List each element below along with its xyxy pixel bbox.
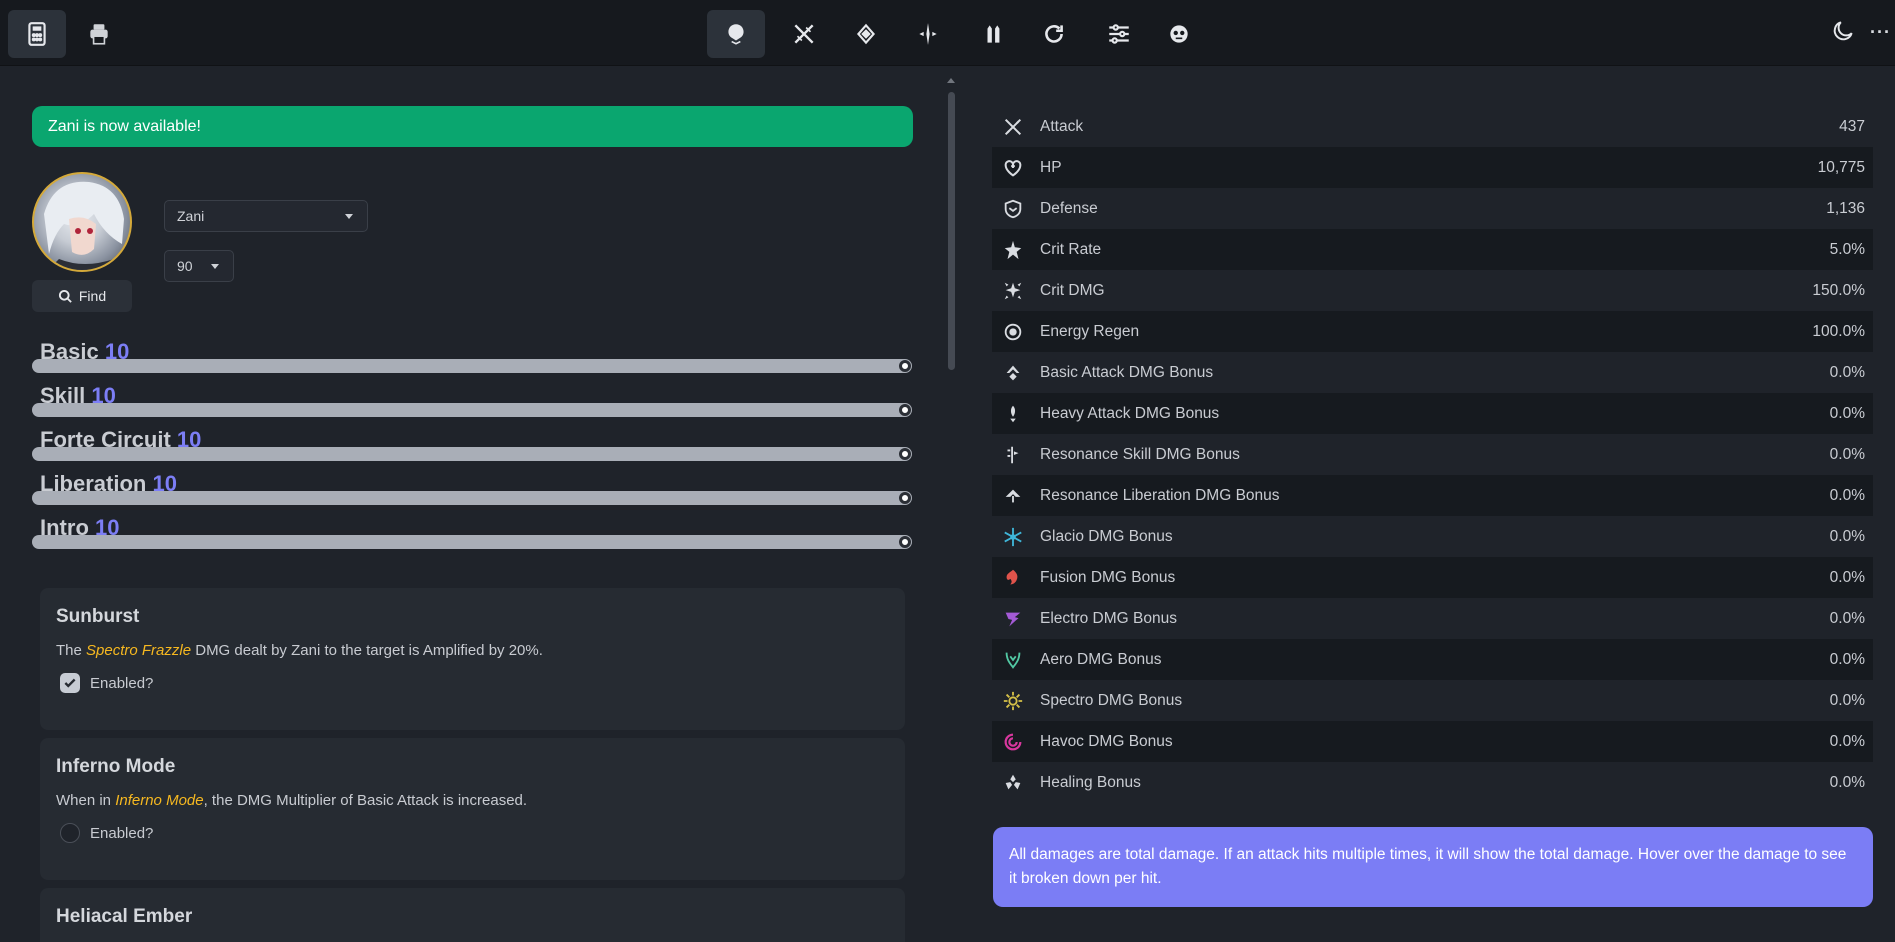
nav-character[interactable]	[707, 10, 765, 58]
enabled-toggle[interactable]: Enabled?	[60, 823, 889, 843]
nav-team[interactable]	[965, 10, 1023, 58]
nav-echo[interactable]	[837, 10, 895, 58]
character-select[interactable]: Zani	[164, 200, 368, 232]
checkbox-unchecked[interactable]	[60, 823, 80, 843]
character-select-value: Zani	[177, 208, 205, 224]
attack-icon	[1000, 114, 1026, 140]
info-notice: All damages are total damage. If an atta…	[993, 827, 1873, 907]
calculator-button[interactable]	[8, 10, 66, 58]
stat-row-glacio-dmg: Glacio DMG Bonus 0.0%	[992, 516, 1873, 557]
basic-attack-icon	[1000, 360, 1026, 386]
moon-icon	[1833, 21, 1853, 41]
slider-handle[interactable]	[899, 404, 911, 416]
find-label: Find	[78, 288, 107, 304]
slider-handle[interactable]	[899, 492, 911, 504]
weapon-icon	[794, 24, 814, 44]
havoc-icon	[1000, 729, 1026, 755]
calculator-icon	[28, 22, 46, 46]
stat-row-aero-dmg: Aero DMG Bonus 0.0%	[992, 639, 1873, 680]
more-icon[interactable]: ···	[1870, 22, 1891, 43]
stat-row-resonance-skill-dmg: Resonance Skill DMG Bonus 0.0%	[992, 434, 1873, 475]
theme-toggle[interactable]	[1830, 18, 1856, 48]
stat-row-fusion-dmg: Fusion DMG Bonus 0.0%	[992, 557, 1873, 598]
resonance-liberation-icon	[1000, 483, 1026, 509]
character-icon	[728, 24, 744, 45]
effect-title: Heliacal Ember	[56, 906, 193, 927]
enabled-label: Enabled?	[90, 824, 154, 842]
glacio-icon	[1000, 524, 1026, 550]
sequence-icon	[919, 23, 937, 45]
skill-slider-skill[interactable]	[32, 403, 912, 417]
effect-description: When in Inferno Mode, the DMG Multiplier…	[56, 792, 528, 809]
top-bar: ···	[0, 0, 1895, 66]
effect-title: Inferno Mode	[56, 756, 176, 777]
echo-icon	[856, 23, 876, 45]
crit-rate-icon	[1000, 237, 1026, 263]
effect-title: Sunburst	[56, 606, 140, 627]
enabled-toggle[interactable]: Enabled?	[60, 673, 889, 693]
scroll-up-arrow[interactable]	[947, 78, 955, 83]
stat-row-basic-attack-dmg: Basic Attack DMG Bonus 0.0%	[992, 352, 1873, 393]
stat-row-crit-rate: Crit Rate 5.0%	[992, 229, 1873, 270]
stat-row-spectro-dmg: Spectro DMG Bonus 0.0%	[992, 680, 1873, 721]
slider-handle[interactable]	[899, 360, 911, 372]
level-select[interactable]: 90	[164, 250, 234, 282]
effect-description: The Spectro Frazzle DMG dealt by Zani to…	[56, 642, 543, 659]
hp-icon	[1000, 155, 1026, 181]
nav-settings[interactable]	[1090, 10, 1148, 58]
printer-button[interactable]	[70, 10, 128, 58]
stats-table: Attack 437 HP 10,775 Defense 1,136 Crit …	[992, 106, 1873, 803]
settings-icon	[1109, 24, 1129, 44]
aero-icon	[1000, 647, 1026, 673]
character-avatar	[32, 172, 132, 272]
chevron-down-icon	[345, 214, 353, 219]
enemy-icon	[1170, 25, 1188, 43]
stat-row-energy-regen: Energy Regen 100.0%	[992, 311, 1873, 352]
stat-row-attack: Attack 437	[992, 106, 1873, 147]
character-panel: Zani is now available! Find Zani 90 Basi…	[0, 66, 940, 942]
enabled-label: Enabled?	[90, 674, 154, 692]
skill-slider-liberation[interactable]	[32, 491, 912, 505]
crit-dmg-icon	[1000, 278, 1026, 304]
checkbox-checked[interactable]	[60, 673, 80, 693]
stat-row-electro-dmg: Electro DMG Bonus 0.0%	[992, 598, 1873, 639]
spectro-icon	[1000, 688, 1026, 714]
printer-icon	[90, 24, 108, 45]
stat-row-healing-bonus: Healing Bonus 0.0%	[992, 762, 1873, 803]
skill-slider-intro[interactable]	[32, 535, 912, 549]
team-icon	[987, 25, 1000, 43]
find-button[interactable]: Find	[32, 280, 132, 312]
slider-handle[interactable]	[899, 536, 911, 548]
energy-regen-icon	[1000, 319, 1026, 345]
stat-row-crit-dmg: Crit DMG 150.0%	[992, 270, 1873, 311]
nav-enemy[interactable]	[1150, 10, 1208, 58]
nav-weapon[interactable]	[775, 10, 833, 58]
heavy-attack-icon	[1000, 401, 1026, 427]
search-icon	[58, 289, 72, 303]
healing-icon	[1000, 770, 1026, 796]
effect-card-inferno-mode: Inferno Mode When in Inferno Mode, the D…	[40, 738, 905, 880]
chevron-down-icon	[211, 264, 219, 269]
rotation-icon	[1045, 25, 1063, 43]
scrollbar[interactable]	[948, 92, 955, 370]
check-icon	[64, 678, 76, 688]
effect-card-sunburst: Sunburst The Spectro Frazzle DMG dealt b…	[40, 588, 905, 730]
announcement-banner: Zani is now available!	[32, 106, 913, 147]
stat-row-defense: Defense 1,136	[992, 188, 1873, 229]
electro-icon	[1000, 606, 1026, 632]
nav-sequence[interactable]	[899, 10, 957, 58]
stat-row-resonance-liberation-dmg: Resonance Liberation DMG Bonus 0.0%	[992, 475, 1873, 516]
stat-row-heavy-attack-dmg: Heavy Attack DMG Bonus 0.0%	[992, 393, 1873, 434]
slider-handle[interactable]	[899, 448, 911, 460]
effect-card-heliacal-ember: Heliacal Ember	[40, 888, 905, 942]
skill-slider-basic[interactable]	[32, 359, 912, 373]
stat-row-havoc-dmg: Havoc DMG Bonus 0.0%	[992, 721, 1873, 762]
skill-slider-forte-circuit[interactable]	[32, 447, 912, 461]
fusion-icon	[1000, 565, 1026, 591]
nav-rotation[interactable]	[1025, 10, 1083, 58]
defense-icon	[1000, 196, 1026, 222]
stat-row-hp: HP 10,775	[992, 147, 1873, 188]
resonance-skill-icon	[1000, 442, 1026, 468]
level-select-value: 90	[177, 258, 193, 274]
